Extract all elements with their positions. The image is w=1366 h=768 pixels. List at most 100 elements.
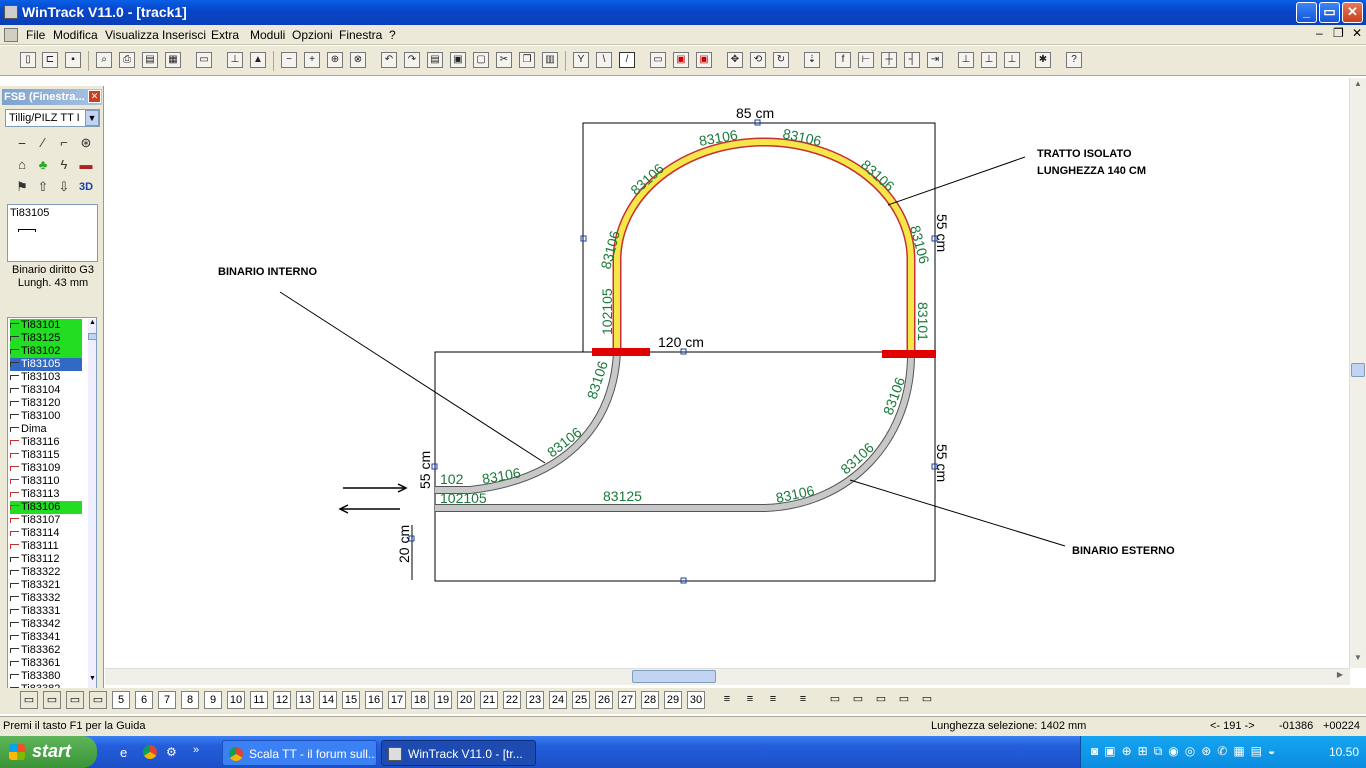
open-icon[interactable]: ⊏ xyxy=(42,52,58,68)
curve-track-icon[interactable]: ⁄ xyxy=(34,134,52,152)
page-button[interactable]: 25 xyxy=(572,691,590,709)
menu-file[interactable]: File xyxy=(26,28,45,42)
page-button[interactable]: 14 xyxy=(319,691,337,709)
track-list-item[interactable]: Ti83105 xyxy=(10,358,82,371)
track-list-item[interactable]: Ti83104 xyxy=(10,384,82,397)
chart-icon[interactable]: ⊥ xyxy=(227,52,243,68)
3d-icon[interactable]: 3D xyxy=(77,178,95,196)
page-button[interactable]: 13 xyxy=(296,691,314,709)
copy-page-icon[interactable]: ▣ xyxy=(450,52,466,68)
page-button[interactable]: 21 xyxy=(480,691,498,709)
straight-track-icon[interactable]: ⎯ xyxy=(13,134,31,152)
track-list-item[interactable]: Ti83115 xyxy=(10,449,82,462)
maximize-icon[interactable]: ▭ xyxy=(1319,2,1340,23)
paste-page-icon[interactable]: ▢ xyxy=(473,52,489,68)
copy-icon[interactable]: ❐ xyxy=(519,52,535,68)
expand-icon[interactable]: » xyxy=(193,744,199,756)
folder-icon[interactable]: ▭ xyxy=(196,52,212,68)
list-scroll-thumb[interactable] xyxy=(88,333,96,340)
doc-minimize-icon[interactable]: ‒ xyxy=(1316,26,1323,40)
view-4-icon[interactable]: ▭ xyxy=(895,691,913,709)
flag-icon[interactable]: ⚑ xyxy=(13,178,31,196)
page-button[interactable]: 22 xyxy=(503,691,521,709)
curve-icon[interactable]: \ xyxy=(596,52,612,68)
menu-moduli[interactable]: Moduli xyxy=(250,28,285,42)
doc-close-icon[interactable]: ✕ xyxy=(1352,26,1362,40)
vertical-scrollbar[interactable]: ▲ ▼ xyxy=(1349,78,1366,668)
align-center-icon[interactable]: ⊥ xyxy=(981,52,997,68)
menu-visualizza[interactable]: Visualizza xyxy=(105,28,159,42)
page-button[interactable]: 29 xyxy=(664,691,682,709)
list-scroll-up-icon[interactable]: ▲ xyxy=(88,319,96,331)
new-icon[interactable]: ▯ xyxy=(20,52,36,68)
horizontal-scrollbar[interactable]: ▶ xyxy=(105,668,1350,685)
menu-finestra[interactable]: Finestra xyxy=(339,28,382,42)
menu-modifica[interactable]: Modifica xyxy=(53,28,98,42)
zoom-out-icon[interactable]: − xyxy=(281,52,297,68)
track-list-item[interactable]: Ti83120 xyxy=(10,397,82,410)
move-icon[interactable]: ✥ xyxy=(727,52,743,68)
track-list-item[interactable]: Ti83109 xyxy=(10,462,82,475)
down-icon[interactable]: ⇩ xyxy=(55,178,73,196)
track-list-item[interactable]: Ti83106 xyxy=(10,501,82,514)
track-list-item[interactable]: Ti83101 xyxy=(10,319,82,332)
chevron-down-icon[interactable]: ▼ xyxy=(85,110,99,126)
drawing-canvas[interactable]: 85 cm 55 cm 120 cm 55 cm 55 cm 20 cm TRA… xyxy=(105,78,1350,668)
ie-icon[interactable]: e xyxy=(120,745,127,760)
page-button[interactable]: 15 xyxy=(342,691,360,709)
start-button[interactable]: start xyxy=(0,736,97,768)
tree-icon[interactable]: ♣ xyxy=(34,156,52,174)
track-list-item[interactable]: Ti83107 xyxy=(10,514,82,527)
zoom-all-icon[interactable]: ⊗ xyxy=(350,52,366,68)
page-button[interactable]: 7 xyxy=(158,691,176,709)
list-scrollbar[interactable]: ▲ ▼ xyxy=(88,319,96,689)
layer-red-icon[interactable]: ▣ xyxy=(673,52,689,68)
list-scroll-down-icon[interactable]: ▼ xyxy=(88,675,96,687)
rotate180-icon[interactable]: ↻ xyxy=(773,52,789,68)
track-list-item[interactable]: Ti83112 xyxy=(10,553,82,566)
menu-inserisci[interactable]: Inserisci xyxy=(162,28,206,42)
page-button[interactable]: 11 xyxy=(250,691,268,709)
nav-first-icon[interactable]: ▭ xyxy=(20,691,38,709)
print-setup-icon[interactable]: ▤ xyxy=(142,52,158,68)
page-button[interactable]: 30 xyxy=(687,691,705,709)
import-icon[interactable]: ⇣ xyxy=(804,52,820,68)
track-list-item[interactable]: Ti83114 xyxy=(10,527,82,540)
close-icon[interactable]: ✕ xyxy=(1342,2,1363,23)
align-right-icon[interactable]: ⊥ xyxy=(1004,52,1020,68)
connect-icon[interactable]: ┼ xyxy=(881,52,897,68)
page-button[interactable]: 12 xyxy=(273,691,291,709)
page-button[interactable]: 8 xyxy=(181,691,199,709)
layer-edit-icon[interactable]: ≡ xyxy=(741,691,759,709)
track-list-item[interactable]: Dima xyxy=(10,423,82,436)
print-preview-icon[interactable]: ⌕ xyxy=(96,52,112,68)
track-list-item[interactable]: Ti83322 xyxy=(10,566,82,579)
print-icon[interactable]: ⎙ xyxy=(119,52,135,68)
layer-stack-icon[interactable]: ≡ xyxy=(794,691,812,709)
track-list-item[interactable]: Ti83361 xyxy=(10,657,82,670)
help-icon[interactable]: ? xyxy=(1066,52,1082,68)
calculator-icon[interactable]: ▦ xyxy=(165,52,181,68)
track-list-item[interactable]: Ti83102 xyxy=(10,345,82,358)
tray-icons[interactable]: ◙▣⊕⊞⧉◉◎⊛✆▦▤◒ xyxy=(1091,744,1281,759)
quicklaunch-icon[interactable]: ⚙ xyxy=(166,745,177,759)
signal-box-icon[interactable]: ▬ xyxy=(77,156,95,174)
cut-icon[interactable]: ✂ xyxy=(496,52,512,68)
turntable-icon[interactable]: ⊛ xyxy=(77,134,95,152)
layer-red2-icon[interactable]: ▣ xyxy=(696,52,712,68)
panel-close-icon[interactable]: ✕ xyxy=(88,90,101,103)
redo-icon[interactable]: ↷ xyxy=(404,52,420,68)
track-list-item[interactable]: Ti83331 xyxy=(10,605,82,618)
page-button[interactable]: 5 xyxy=(112,691,130,709)
track-list-item[interactable]: Ti83342 xyxy=(10,618,82,631)
nav-next-icon[interactable]: ▭ xyxy=(66,691,84,709)
task-forum[interactable]: Scala TT - il forum sull... xyxy=(222,740,377,766)
page-button[interactable]: 24 xyxy=(549,691,567,709)
page-button[interactable]: 6 xyxy=(135,691,153,709)
building-icon[interactable]: ⌂ xyxy=(13,156,31,174)
horizontal-scroll-thumb[interactable] xyxy=(632,670,716,683)
doc-restore-icon[interactable]: ❐ xyxy=(1333,26,1344,40)
page-button[interactable]: 27 xyxy=(618,691,636,709)
track-list-item[interactable]: Ti83100 xyxy=(10,410,82,423)
text-icon[interactable]: f xyxy=(835,52,851,68)
